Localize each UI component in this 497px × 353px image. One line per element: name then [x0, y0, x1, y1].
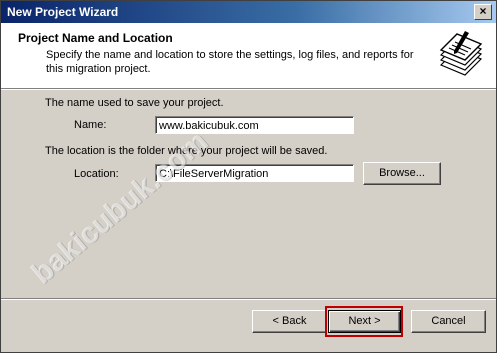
wizard-window: New Project Wizard × Project Name and Lo…: [0, 0, 497, 353]
close-button[interactable]: ×: [474, 4, 492, 20]
name-field[interactable]: www.bakicubuk.com: [155, 116, 354, 134]
back-button[interactable]: < Back: [252, 310, 327, 333]
wizard-document-icon: [435, 29, 485, 79]
wizard-header: Project Name and Location Specify the na…: [1, 23, 496, 89]
browse-button[interactable]: Browse...: [363, 162, 441, 185]
cancel-button[interactable]: Cancel: [411, 310, 486, 333]
footer-separator: [1, 298, 496, 300]
page-title: Project Name and Location: [18, 31, 173, 45]
page-subtitle: Specify the name and location to store t…: [46, 49, 414, 75]
location-intro-text: The location is the folder where your pr…: [45, 145, 328, 157]
name-label: Name:: [74, 119, 107, 131]
name-intro-text: The name used to save your project.: [45, 97, 224, 109]
location-label: Location:: [74, 168, 119, 180]
window-title: New Project Wizard: [7, 5, 119, 19]
header-separator: [1, 89, 496, 90]
title-bar[interactable]: New Project Wizard ×: [1, 1, 496, 23]
next-highlight-box: [325, 306, 403, 337]
location-field[interactable]: C:\FileServerMigration: [155, 164, 354, 182]
